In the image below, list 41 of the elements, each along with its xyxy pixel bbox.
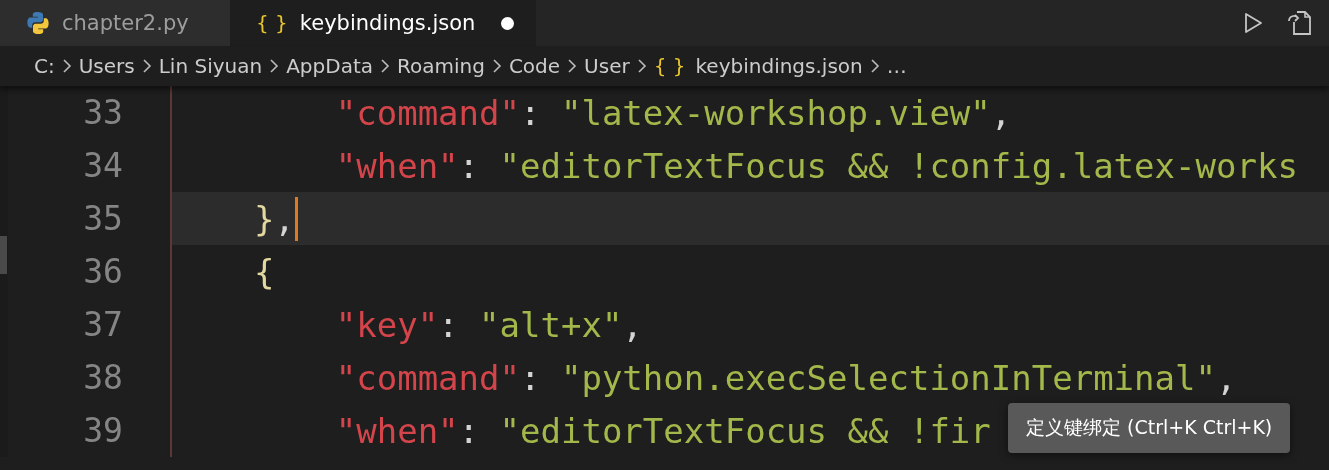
- tooltip: 定义键绑定 (Ctrl+K Ctrl+K): [1008, 403, 1291, 453]
- code-line: "when": "editorTextFocus && !fir: [335, 410, 991, 451]
- run-icon[interactable]: [1243, 11, 1263, 35]
- chevron-icon: [635, 58, 648, 74]
- chevron-icon: [60, 58, 73, 74]
- breadcrumb-item[interactable]: Users: [78, 54, 135, 78]
- line-number: 34: [82, 146, 123, 185]
- chevron-icon: [566, 58, 579, 74]
- chevron-icon: [268, 58, 281, 74]
- line-number: 33: [82, 93, 123, 132]
- open-file-icon[interactable]: [1285, 9, 1313, 37]
- breadcrumb-item[interactable]: AppData: [286, 54, 373, 78]
- line-number: 35: [82, 199, 123, 238]
- code-line: "command": "latex-workshop.view",: [335, 92, 1012, 133]
- breadcrumb-item[interactable]: Roaming: [397, 54, 485, 78]
- scrollbar-thumb[interactable]: [0, 236, 7, 274]
- editor-tab[interactable]: { } keybindings.json: [230, 0, 537, 46]
- code-line: "when": "editorTextFocus && !config.latex-works: [335, 145, 1298, 186]
- breadcrumb-item[interactable]: Lin Siyuan: [158, 54, 263, 78]
- chevron-icon: [379, 58, 391, 74]
- json-file-icon: { }: [256, 11, 288, 35]
- code-line: },: [253, 198, 295, 239]
- breadcrumb-item[interactable]: C:: [34, 54, 55, 78]
- line-number: 37: [82, 305, 123, 344]
- code-line: "command": "python.execSelectionInTerminal",: [335, 357, 1237, 398]
- breadcrumb-item[interactable]: Code: [508, 54, 561, 78]
- chevron-icon: [140, 58, 153, 74]
- breadcrumb-item[interactable]: keybindings.json: [695, 54, 863, 78]
- chevron-icon: [490, 58, 503, 74]
- text-cursor: [294, 196, 298, 241]
- line-number: 38: [82, 358, 123, 397]
- json-file-icon: { }: [653, 54, 686, 78]
- editor-tab[interactable]: chapter2.py: [0, 0, 230, 46]
- code-line: "key": "alt+x",: [335, 304, 643, 345]
- breadcrumb-item[interactable]: User: [584, 54, 630, 78]
- breadcrumb-item[interactable]: …: [886, 54, 907, 78]
- python-file-icon: [26, 11, 50, 35]
- line-number: 39: [82, 411, 123, 450]
- chevron-icon: [868, 58, 881, 74]
- line-number: 36: [82, 252, 123, 291]
- code-line: {: [253, 251, 275, 292]
